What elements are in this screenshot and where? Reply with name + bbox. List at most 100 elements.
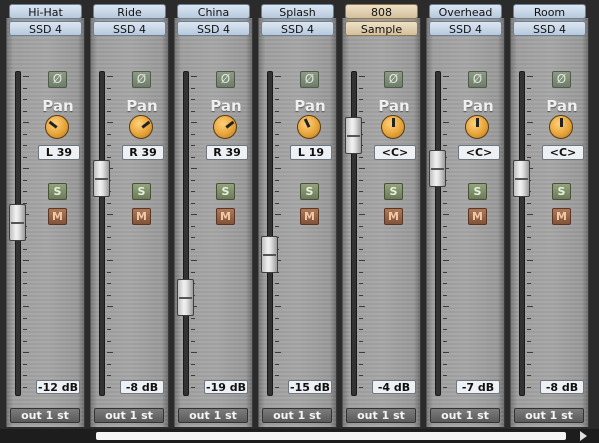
mute-button[interactable]: M	[132, 208, 151, 225]
pan-value[interactable]: <C>	[458, 145, 500, 160]
phase-invert-icon[interactable]: Ø	[132, 71, 151, 88]
horizontal-scrollbar[interactable]	[0, 429, 599, 443]
channel-source[interactable]: SSD 4	[93, 21, 166, 36]
pan-knob[interactable]	[549, 115, 573, 139]
volume-fader-handle[interactable]	[177, 279, 194, 316]
fader-scale-tick	[275, 156, 279, 158]
pan-value[interactable]: L 39	[38, 145, 80, 160]
solo-button[interactable]: S	[384, 183, 403, 200]
fader-track[interactable]	[99, 71, 105, 396]
pan-knob-pointer	[476, 118, 479, 127]
solo-button[interactable]: S	[300, 183, 319, 200]
mute-button[interactable]: M	[468, 208, 487, 225]
fader-track[interactable]	[519, 71, 525, 396]
fader-scale-tick	[527, 317, 531, 319]
fader-track[interactable]	[183, 71, 189, 396]
fader-track[interactable]	[267, 71, 273, 396]
solo-button[interactable]: S	[216, 183, 235, 200]
channel-name[interactable]: China	[177, 4, 250, 19]
phase-invert-icon[interactable]: Ø	[384, 71, 403, 88]
fader-scale-tick	[107, 260, 113, 261]
fader-scale-tick	[443, 260, 449, 261]
volume-fader-handle[interactable]	[9, 204, 26, 241]
output-routing-button[interactable]: out 1 st	[178, 408, 248, 423]
solo-button[interactable]: S	[552, 183, 571, 200]
phase-invert-icon[interactable]: Ø	[552, 71, 571, 88]
phase-invert-icon[interactable]: Ø	[216, 71, 235, 88]
fader-scale-tick	[527, 329, 531, 330]
mixer-panel: Hi-Hat SSD 4 Ø Pan L 39 S M -12 dB out 1 st Ride S…	[0, 0, 599, 443]
channel-source[interactable]: Sample	[345, 21, 418, 36]
fader-scale-tick	[191, 99, 195, 100]
channel-name[interactable]: Ride	[93, 4, 166, 19]
fader-scale-tick	[443, 363, 447, 365]
output-routing-button[interactable]: out 1 st	[10, 408, 80, 423]
pan-knob-pointer	[141, 120, 151, 129]
channel-name[interactable]: Splash	[261, 4, 334, 19]
mute-button[interactable]: M	[300, 208, 319, 225]
fader-scale-tick	[107, 99, 111, 100]
phase-invert-icon[interactable]: Ø	[48, 71, 67, 88]
channel-source[interactable]: SSD 4	[429, 21, 502, 36]
volume-fader-handle[interactable]	[93, 160, 110, 197]
solo-button[interactable]: S	[132, 183, 151, 200]
level-readout: -19 dB	[204, 380, 248, 394]
pan-value[interactable]: <C>	[374, 145, 416, 160]
mute-button[interactable]: M	[48, 208, 67, 225]
fader-scale-tick	[107, 375, 111, 376]
channel-source[interactable]: SSD 4	[9, 21, 82, 36]
fader-scale-tick	[107, 283, 111, 284]
output-routing-button[interactable]: out 1 st	[430, 408, 500, 423]
channel-source[interactable]: SSD 4	[177, 21, 250, 36]
pan-label: Pan	[294, 97, 326, 115]
channel-name[interactable]: Overhead	[429, 4, 502, 19]
solo-button[interactable]: S	[468, 183, 487, 200]
pan-knob[interactable]	[213, 115, 237, 139]
pan-value[interactable]: R 39	[206, 145, 248, 160]
output-routing-button[interactable]: out 1 st	[514, 408, 584, 423]
pan-value[interactable]: L 19	[290, 145, 332, 160]
channel-name[interactable]: Room	[513, 4, 586, 19]
fader-scale-tick	[23, 87, 27, 89]
volume-fader-handle[interactable]	[513, 160, 530, 197]
fader-scale-tick	[23, 122, 29, 123]
pan-knob[interactable]	[465, 115, 489, 139]
pan-value[interactable]: R 39	[122, 145, 164, 160]
volume-fader-handle[interactable]	[345, 117, 362, 154]
scrollbar-thumb[interactable]	[96, 432, 566, 440]
channel-source[interactable]: SSD 4	[261, 21, 334, 36]
mute-button[interactable]: M	[216, 208, 235, 225]
channel-name[interactable]: Hi-Hat	[9, 4, 82, 19]
volume-fader-handle[interactable]	[261, 236, 278, 273]
fader-scale-tick	[275, 110, 279, 112]
output-routing-button[interactable]: out 1 st	[262, 408, 332, 423]
mute-button[interactable]: M	[552, 208, 571, 225]
arrow-right-icon[interactable]	[580, 431, 587, 441]
channel-name[interactable]: 808	[345, 4, 418, 19]
volume-fader-handle[interactable]	[429, 150, 446, 187]
pan-knob[interactable]	[297, 115, 321, 139]
phase-invert-icon[interactable]: Ø	[468, 71, 487, 88]
pan-knob[interactable]	[381, 115, 405, 139]
output-routing-button[interactable]: out 1 st	[94, 408, 164, 423]
fader-scale-tick	[443, 214, 449, 215]
fader-track[interactable]	[435, 71, 441, 396]
mute-button[interactable]: M	[384, 208, 403, 225]
fader-scale-tick	[359, 375, 363, 376]
fader-scale-tick	[23, 133, 27, 135]
fader-scale-tick	[359, 283, 363, 284]
pan-value[interactable]: <C>	[542, 145, 584, 160]
fader-scale-tick	[191, 329, 195, 330]
output-routing-button[interactable]: out 1 st	[346, 408, 416, 423]
pan-knob[interactable]	[129, 115, 153, 139]
fader-scale-tick	[443, 317, 447, 319]
phase-invert-icon[interactable]: Ø	[300, 71, 319, 88]
level-readout: -12 dB	[36, 380, 80, 394]
fader-scale-tick	[275, 363, 279, 365]
channel-source[interactable]: SSD 4	[513, 21, 586, 36]
solo-button[interactable]: S	[48, 183, 67, 200]
fader-scale-tick	[527, 375, 531, 376]
fader-scale-tick	[443, 271, 447, 273]
fader-scale-tick	[443, 202, 447, 204]
pan-knob[interactable]	[45, 115, 69, 139]
